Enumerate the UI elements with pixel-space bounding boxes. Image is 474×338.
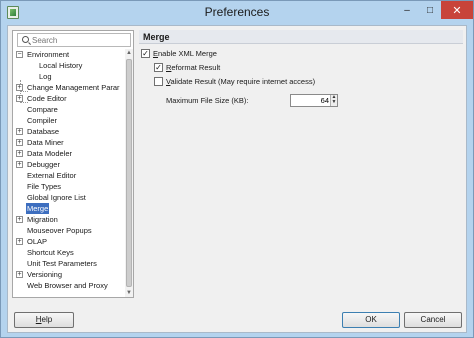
validate-result-checkbox[interactable]	[154, 77, 163, 86]
reformat-result-checkbox[interactable]: ✓	[154, 63, 163, 72]
search-input[interactable]	[32, 35, 128, 46]
tree-item-label: Log	[39, 72, 52, 81]
cancel-button[interactable]: Cancel	[404, 312, 462, 328]
tree-item-environment[interactable]: − Environment	[13, 49, 123, 60]
tree-item-compare[interactable]: Compare	[13, 104, 123, 115]
tree-item-label: Compiler	[27, 116, 58, 125]
tree-item-label: Compare	[27, 105, 58, 114]
help-button[interactable]: Help	[14, 312, 74, 328]
tree-item-merge[interactable]: Merge	[13, 203, 123, 214]
enable-xml-merge-checkbox[interactable]: ✓	[141, 49, 150, 58]
expand-icon[interactable]: +	[16, 238, 23, 245]
minimize-button[interactable]: –	[395, 1, 419, 19]
tree-item-shortcut-keys[interactable]: Shortcut Keys	[13, 247, 123, 258]
tree-item-data-miner[interactable]: + Data Miner	[13, 137, 123, 148]
tree-item-file-types[interactable]: File Types	[13, 181, 123, 192]
merge-settings-panel: Merge ✓ Enable XML Merge ✓ Reformat Resu…	[139, 30, 463, 298]
scroll-down-icon[interactable]: ▼	[125, 289, 133, 297]
tree-item-unit-test-parameters[interactable]: Unit Test Parameters	[13, 258, 123, 269]
tree-item-label: Environment	[27, 50, 70, 59]
tree-item-label: Migration	[27, 215, 58, 224]
search-icon	[22, 36, 29, 43]
tree-item-label: Change Management Parar	[27, 83, 120, 92]
tree-item-compiler[interactable]: Compiler	[13, 115, 123, 126]
tree-item-external-editor[interactable]: External Editor	[13, 170, 123, 181]
max-file-size-spinner[interactable]: ▲ ▼	[290, 94, 338, 107]
expand-icon[interactable]: +	[16, 150, 23, 157]
tree-item-label: Data Modeler	[27, 149, 73, 158]
tree-item-local-history[interactable]: Local History	[13, 60, 123, 71]
enable-xml-merge-label: Enable XML Merge	[153, 49, 217, 58]
max-file-size-label: Maximum File Size (KB):	[166, 96, 249, 105]
tree-item-migration[interactable]: + Migration	[13, 214, 123, 225]
tree-item-debugger[interactable]: + Debugger	[13, 159, 123, 170]
tree-item-versioning[interactable]: + Versioning	[13, 269, 123, 280]
preferences-tree: − Environment Local History Log + Change…	[13, 49, 123, 297]
tree-item-label: Global Ignore List	[27, 193, 86, 202]
spin-down-icon[interactable]: ▼	[331, 100, 337, 105]
tree-item-label: Mouseover Popups	[27, 226, 92, 235]
tree-item-code-editor[interactable]: + Code Editor	[13, 93, 123, 104]
close-button[interactable]: ✕	[441, 1, 473, 19]
preferences-nav: − Environment Local History Log + Change…	[12, 30, 134, 298]
enable-xml-merge-option[interactable]: ✓ Enable XML Merge	[141, 48, 341, 59]
tree-item-web-browser-proxy[interactable]: Web Browser and Proxy	[13, 280, 123, 291]
expand-icon[interactable]: +	[16, 271, 23, 278]
expand-icon[interactable]: +	[16, 95, 23, 102]
expand-icon[interactable]: +	[16, 161, 23, 168]
tree-item-change-management[interactable]: + Change Management Parar	[13, 82, 123, 93]
title-bar[interactable]: Preferences – □ ✕	[1, 1, 473, 25]
tree-item-label: Data Miner	[27, 138, 64, 147]
tree-item-olap[interactable]: + OLAP	[13, 236, 123, 247]
expand-icon[interactable]: +	[16, 84, 23, 91]
max-file-size-input[interactable]	[293, 96, 329, 105]
panel-title: Merge	[139, 30, 463, 44]
tree-item-mouseover-popups[interactable]: Mouseover Popups	[13, 225, 123, 236]
validate-result-option[interactable]: Validate Result (May require internet ac…	[154, 76, 414, 87]
expand-icon[interactable]: +	[16, 139, 23, 146]
tree-item-database[interactable]: + Database	[13, 126, 123, 137]
search-field[interactable]	[17, 33, 131, 47]
tree-item-global-ignore-list[interactable]: Global Ignore List	[13, 192, 123, 203]
expand-icon[interactable]: +	[16, 216, 23, 223]
dialog-body: − Environment Local History Log + Change…	[7, 25, 467, 333]
tree-item-label: Unit Test Parameters	[27, 259, 97, 268]
reformat-result-option[interactable]: ✓ Reformat Result	[154, 62, 354, 73]
tree-item-log[interactable]: Log	[13, 71, 123, 82]
spinner-buttons: ▲ ▼	[330, 95, 337, 106]
maximize-button[interactable]: □	[419, 1, 441, 19]
preferences-window: Preferences – □ ✕ − Environment Local Hi…	[0, 0, 474, 338]
scroll-up-icon[interactable]: ▲	[125, 49, 133, 57]
tree-item-label: Database	[27, 127, 60, 136]
collapse-icon[interactable]: −	[16, 51, 23, 58]
tree-item-label: Code Editor	[27, 94, 67, 103]
tree-item-label: External Editor	[27, 171, 77, 180]
tree-scrollbar[interactable]: ▲ ▼	[125, 49, 133, 297]
tree-item-label: Merge	[26, 203, 50, 214]
expand-icon[interactable]: +	[16, 128, 23, 135]
tree-item-label: File Types	[27, 182, 62, 191]
tree-item-label: Web Browser and Proxy	[27, 281, 108, 290]
ok-button[interactable]: OK	[342, 312, 400, 328]
tree-item-data-modeler[interactable]: + Data Modeler	[13, 148, 123, 159]
tree-item-label: Local History	[39, 61, 83, 70]
scroll-thumb[interactable]	[126, 59, 132, 287]
tree-item-label: OLAP	[27, 237, 48, 246]
reformat-result-label: Reformat Result	[166, 63, 221, 72]
tree-item-label: Versioning	[27, 270, 63, 279]
validate-result-label: Validate Result (May require internet ac…	[166, 77, 316, 86]
tree-item-label: Debugger	[27, 160, 60, 169]
tree-item-label: Shortcut Keys	[27, 248, 74, 257]
